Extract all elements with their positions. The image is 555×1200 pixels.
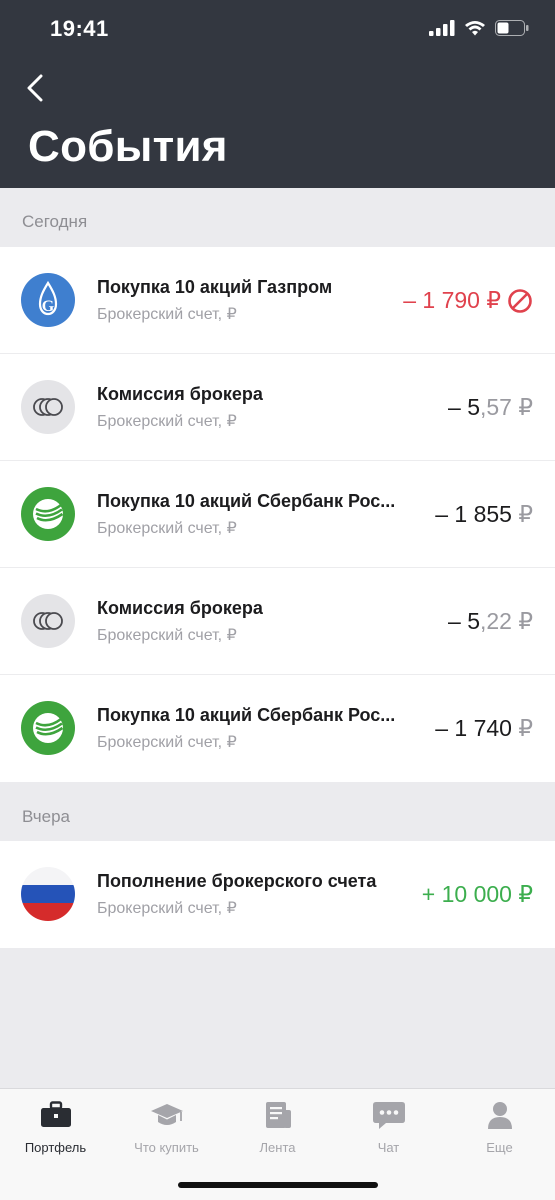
- amount-integer: 1 855: [454, 501, 512, 527]
- event-amount: – 1 790 ₽: [403, 287, 533, 314]
- event-amount: – 1 740 ₽: [435, 715, 533, 742]
- cellular-signal-icon: [429, 20, 455, 36]
- status-time: 19:41: [50, 16, 109, 41]
- tab-label: Лента: [259, 1140, 296, 1155]
- amount-currency: ₽: [511, 715, 533, 741]
- amount-integer: 1 740: [454, 715, 512, 741]
- gazprom-logo-icon: G: [21, 273, 75, 327]
- event-account: Брокерский счет, ₽: [97, 520, 237, 537]
- event-title: Комиссия брокера: [97, 384, 263, 404]
- amount-sign: –: [448, 394, 468, 420]
- event-title: Пополнение брокерского счета: [97, 871, 377, 891]
- amount-currency: ₽: [511, 501, 533, 527]
- event-title: Комиссия брокера: [97, 598, 263, 618]
- graduation-cap-icon: [150, 1104, 183, 1125]
- event-account: Брокерский счет, ₽: [97, 306, 237, 323]
- event-row[interactable]: Покупка 10 акций Сбербанк Рос... Брокерс…: [0, 461, 555, 568]
- battery-icon: [495, 20, 529, 36]
- events-list-today: G Покупка 10 акций Газпром Брокерский сч…: [0, 247, 555, 782]
- sberbank-logo-icon: [21, 487, 75, 541]
- amount-currency: ₽: [479, 287, 501, 313]
- tab-label: Что купить: [134, 1140, 199, 1155]
- svg-text:G: G: [42, 298, 55, 315]
- amount-sign: –: [435, 715, 455, 741]
- header: 19:41 События: [0, 0, 555, 188]
- events-list-yesterday: Пополнение брокерского счета Брокерский …: [0, 841, 555, 948]
- amount-integer: 1 790: [422, 287, 480, 313]
- section-label-today: Сегодня: [22, 212, 88, 231]
- wifi-icon: [465, 21, 485, 36]
- event-row[interactable]: Комиссия брокера Брокерский счет, ₽ – 5,…: [0, 568, 555, 675]
- profile-icon: [487, 1102, 512, 1129]
- tab-feed[interactable]: Лента: [222, 1099, 333, 1155]
- tab-portfolio[interactable]: Портфель: [0, 1099, 111, 1155]
- event-row[interactable]: G Покупка 10 акций Газпром Брокерский сч…: [0, 247, 555, 354]
- tab-label: Еще: [486, 1140, 513, 1155]
- amount-fraction: ,57: [479, 394, 512, 420]
- tab-label: Чат: [377, 1140, 400, 1155]
- amount-sign: –: [403, 287, 423, 313]
- event-title: Покупка 10 акций Сбербанк Рос...: [97, 705, 396, 725]
- amount-sign: –: [448, 608, 468, 634]
- section-label-yesterday: Вчера: [22, 807, 70, 826]
- amount-integer: 5: [467, 608, 480, 634]
- chevron-left-icon: [27, 74, 43, 102]
- sberbank-logo-icon: [21, 701, 75, 755]
- home-indicator: [178, 1182, 378, 1188]
- event-title: Покупка 10 акций Сбербанк Рос...: [97, 491, 396, 511]
- amount-fraction: ,22: [479, 608, 512, 634]
- amount-sign: +: [421, 881, 442, 907]
- coins-icon: [21, 594, 75, 648]
- status-icons: [429, 20, 529, 36]
- cancelled-icon: [508, 288, 532, 313]
- event-account: Брокерский счет, ₽: [97, 627, 237, 644]
- tab-more[interactable]: Еще: [444, 1099, 555, 1155]
- event-account: Брокерский счет, ₽: [97, 734, 237, 751]
- back-button[interactable]: [20, 70, 50, 106]
- amount-currency: ₽: [511, 608, 533, 634]
- amount-integer: 10 000: [441, 881, 512, 907]
- event-amount: – 1 855 ₽: [435, 501, 533, 528]
- event-row[interactable]: Покупка 10 акций Сбербанк Рос... Брокерс…: [0, 675, 555, 782]
- event-amount: + 10 000 ₽: [422, 881, 533, 908]
- tab-what-to-buy[interactable]: Что купить: [111, 1099, 222, 1155]
- event-title: Покупка 10 акций Газпром: [97, 277, 333, 297]
- amount-currency: ₽: [511, 881, 533, 907]
- russia-flag-icon: [21, 867, 75, 921]
- amount-sign: –: [435, 501, 455, 527]
- tab-chat[interactable]: Чат: [333, 1099, 444, 1155]
- page-title: События: [28, 122, 228, 171]
- event-amount: – 5,22 ₽: [448, 608, 533, 635]
- event-amount: – 5,57 ₽: [448, 394, 533, 421]
- coins-icon: [21, 380, 75, 434]
- tab-label: Портфель: [24, 1140, 87, 1155]
- event-row[interactable]: Пополнение брокерского счета Брокерский …: [0, 841, 555, 948]
- briefcase-icon: [40, 1101, 71, 1127]
- amount-currency: ₽: [511, 394, 533, 420]
- amount-integer: 5: [467, 394, 480, 420]
- event-account: Брокерский счет, ₽: [97, 413, 237, 430]
- event-account: Брокерский счет, ₽: [97, 900, 237, 917]
- news-feed-icon: [265, 1102, 291, 1128]
- event-row[interactable]: Комиссия брокера Брокерский счет, ₽ – 5,…: [0, 354, 555, 461]
- chat-icon: [372, 1102, 405, 1129]
